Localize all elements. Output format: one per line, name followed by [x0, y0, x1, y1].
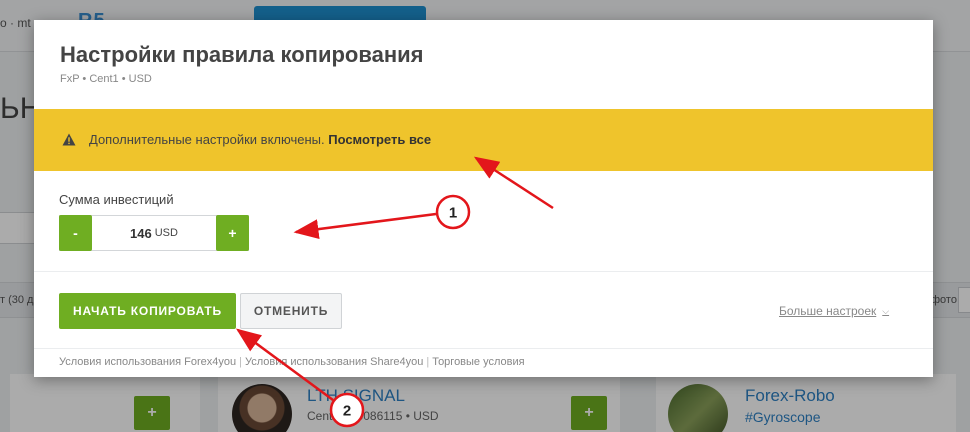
footer-divider	[34, 348, 933, 349]
more-settings-label: Больше настроек	[779, 304, 877, 318]
trading-conditions-link[interactable]: Торговые условия	[432, 356, 524, 368]
investment-amount-field[interactable]: 146 USD	[93, 216, 215, 250]
investment-stepper: - 146 USD +	[59, 215, 249, 251]
investment-amount-value: 146	[130, 225, 152, 241]
warning-icon	[62, 133, 76, 146]
section-divider	[34, 271, 933, 272]
forex4you-terms-link[interactable]: Условия использования Forex4you	[59, 356, 236, 368]
dialog-title: Настройки правила копирования	[60, 42, 424, 67]
dialog-footer-links: Условия использования Forex4you | Условия …	[59, 356, 525, 368]
more-settings-link[interactable]: Больше настроек ⌵	[779, 304, 889, 318]
settings-notice-banner: Дополнительные настройки включены. Посмо…	[34, 109, 933, 171]
cancel-button[interactable]: ОТМЕНИТЬ	[240, 293, 342, 329]
notice-message: Дополнительные настройки включены.	[89, 132, 325, 147]
start-copying-button[interactable]: НАЧАТЬ КОПИРОВАТЬ	[59, 293, 236, 329]
dialog-subtitle: FxP • Cent1 • USD	[60, 73, 152, 85]
view-all-link[interactable]: Посмотреть все	[328, 132, 431, 147]
share4you-terms-link[interactable]: Условия использования Share4you	[245, 356, 423, 368]
increase-amount-button[interactable]: +	[216, 215, 249, 251]
footer-separator: |	[426, 356, 430, 368]
investment-currency: USD	[154, 227, 178, 239]
copy-rule-settings-dialog: Настройки правила копирования FxP • Cent…	[34, 20, 933, 377]
investment-amount-label: Сумма инвестиций	[59, 192, 174, 207]
notice-text: Дополнительные настройки включены. Посмо…	[89, 132, 431, 147]
chevron-down-icon: ⌵	[882, 305, 890, 316]
footer-separator: |	[239, 356, 242, 368]
decrease-amount-button[interactable]: -	[59, 215, 92, 251]
